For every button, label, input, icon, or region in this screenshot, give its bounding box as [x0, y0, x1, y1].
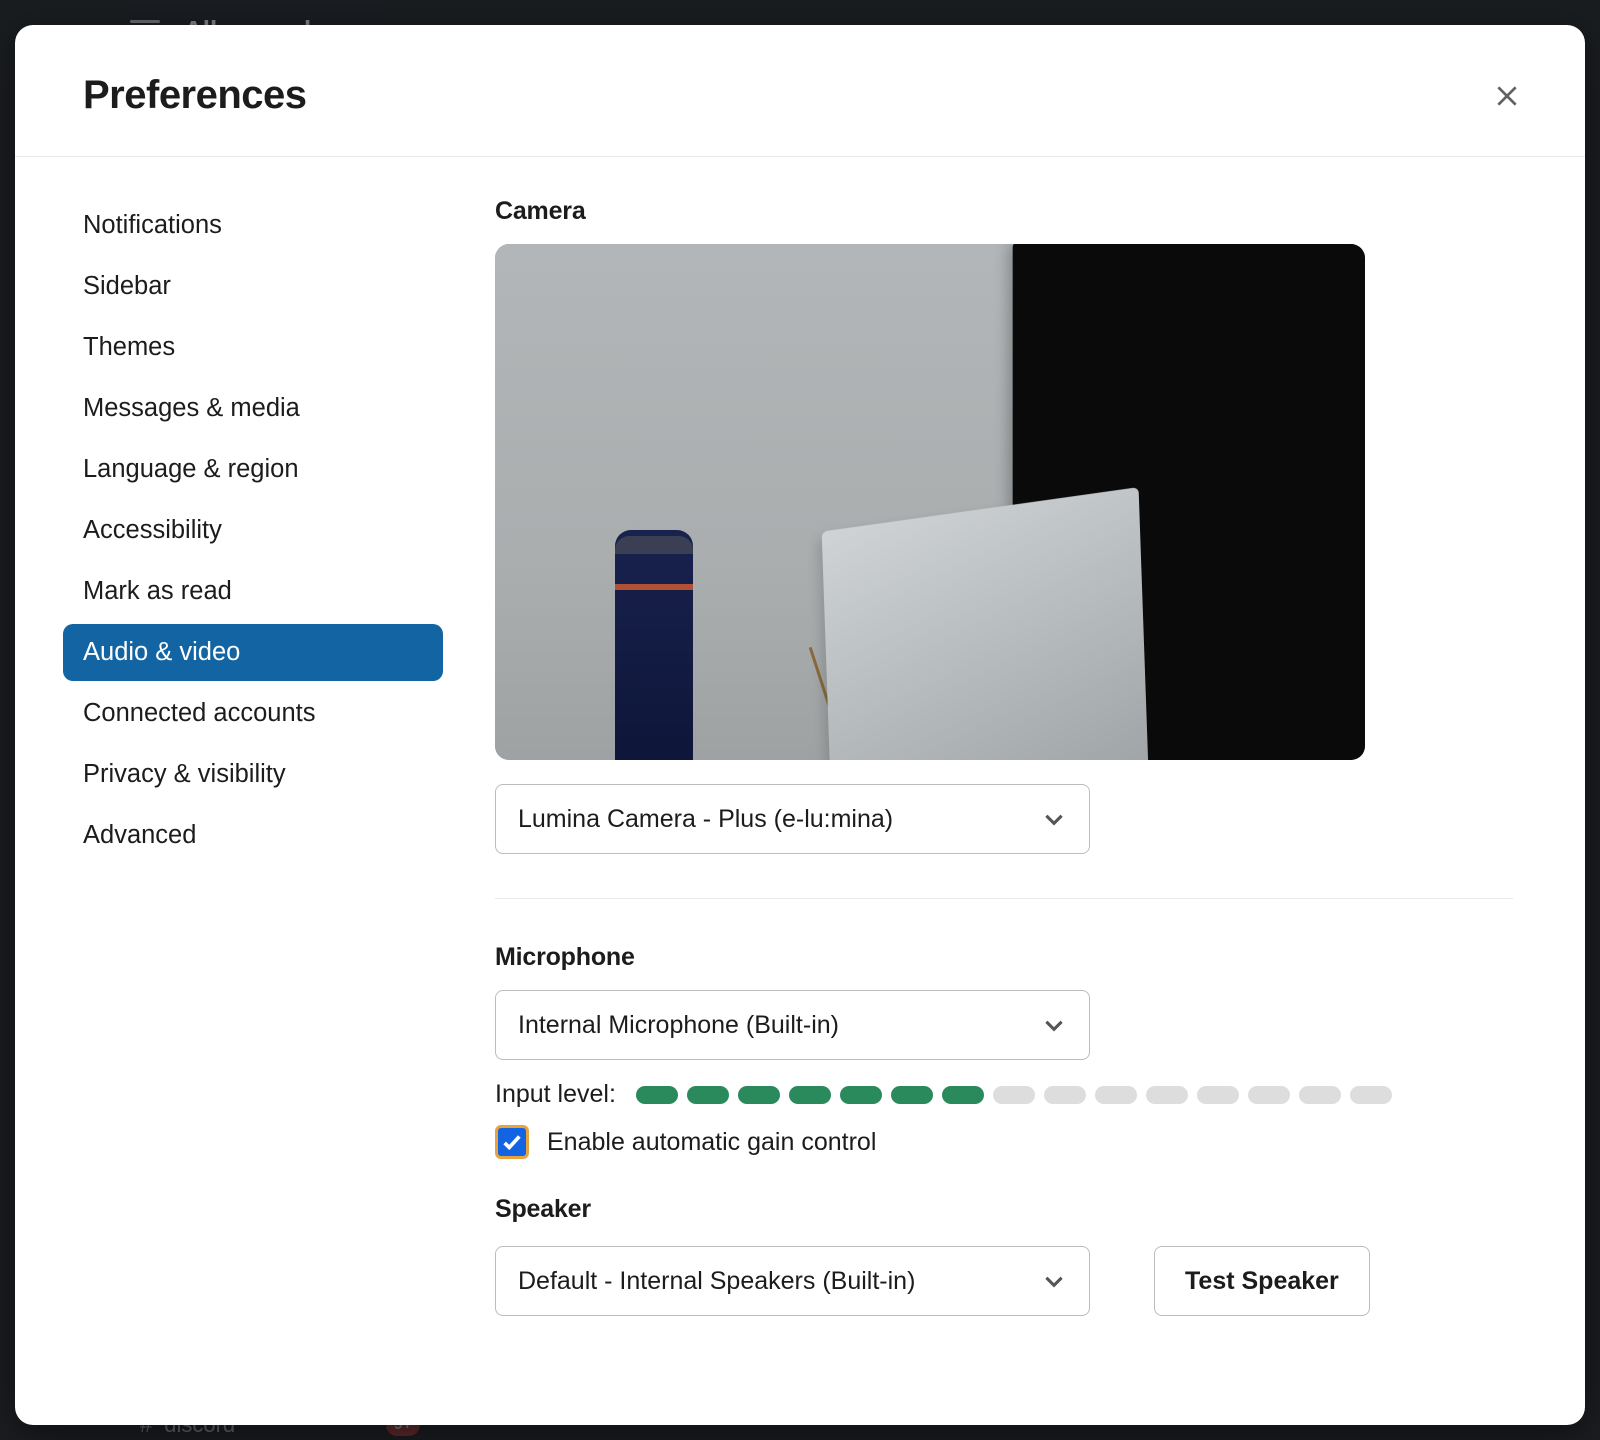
gain-control-row: Enable automatic gain control	[495, 1125, 1513, 1159]
sidebar-item-privacy-visibility[interactable]: Privacy & visibility	[63, 746, 443, 803]
level-bar	[840, 1086, 882, 1104]
sidebar-item-accessibility[interactable]: Accessibility	[63, 502, 443, 559]
level-bar	[1248, 1086, 1290, 1104]
close-icon	[1494, 83, 1520, 109]
camera-select[interactable]: Lumina Camera - Plus (e-lu:mina)	[495, 784, 1090, 854]
preferences-content: Camera Lumina Camera - Plus (e-lu:mina) …	[445, 157, 1585, 1425]
preferences-modal: Preferences NotificationsSidebarThemesMe…	[15, 25, 1585, 1425]
close-button[interactable]	[1487, 76, 1527, 116]
modal-header: Preferences	[15, 25, 1585, 157]
preferences-sidebar: NotificationsSidebarThemesMessages & med…	[15, 157, 445, 1425]
level-bar	[636, 1086, 678, 1104]
level-bar	[891, 1086, 933, 1104]
divider	[495, 898, 1513, 899]
level-bar	[1044, 1086, 1086, 1104]
input-level-row: Input level:	[495, 1080, 1513, 1109]
modal-title: Preferences	[83, 73, 307, 118]
gain-checkbox[interactable]	[495, 1125, 529, 1159]
sidebar-item-messages-media[interactable]: Messages & media	[63, 380, 443, 437]
sidebar-item-notifications[interactable]: Notifications	[63, 197, 443, 254]
camera-section-title: Camera	[495, 197, 1513, 226]
level-bar	[993, 1086, 1035, 1104]
sidebar-item-themes[interactable]: Themes	[63, 319, 443, 376]
sidebar-item-language-region[interactable]: Language & region	[63, 441, 443, 498]
check-icon	[501, 1131, 523, 1153]
level-bar	[1197, 1086, 1239, 1104]
sidebar-item-mark-as-read[interactable]: Mark as read	[63, 563, 443, 620]
speaker-select-value: Default - Internal Speakers (Built-in)	[518, 1267, 915, 1296]
level-bar	[1350, 1086, 1392, 1104]
speaker-section-title: Speaker	[495, 1195, 1513, 1224]
camera-preview	[495, 244, 1365, 760]
level-bar	[942, 1086, 984, 1104]
chevron-down-icon	[1041, 806, 1067, 832]
level-bar	[1095, 1086, 1137, 1104]
level-bar	[687, 1086, 729, 1104]
test-speaker-button[interactable]: Test Speaker	[1154, 1246, 1370, 1316]
chevron-down-icon	[1041, 1268, 1067, 1294]
microphone-select[interactable]: Internal Microphone (Built-in)	[495, 990, 1090, 1060]
microphone-select-value: Internal Microphone (Built-in)	[518, 1011, 839, 1040]
sidebar-item-advanced[interactable]: Advanced	[63, 807, 443, 864]
level-bar	[738, 1086, 780, 1104]
camera-select-value: Lumina Camera - Plus (e-lu:mina)	[518, 805, 893, 834]
level-bar	[1299, 1086, 1341, 1104]
modal-body: NotificationsSidebarThemesMessages & med…	[15, 157, 1585, 1425]
sidebar-item-audio-video[interactable]: Audio & video	[63, 624, 443, 681]
speaker-row: Default - Internal Speakers (Built-in) T…	[495, 1246, 1513, 1316]
speaker-select[interactable]: Default - Internal Speakers (Built-in)	[495, 1246, 1090, 1316]
microphone-section-title: Microphone	[495, 943, 1513, 972]
sidebar-item-connected-accounts[interactable]: Connected accounts	[63, 685, 443, 742]
sidebar-item-sidebar[interactable]: Sidebar	[63, 258, 443, 315]
level-bar	[1146, 1086, 1188, 1104]
input-level-meter	[636, 1086, 1513, 1104]
level-bar	[789, 1086, 831, 1104]
gain-label: Enable automatic gain control	[547, 1128, 876, 1157]
chevron-down-icon	[1041, 1012, 1067, 1038]
input-level-label: Input level:	[495, 1080, 616, 1109]
